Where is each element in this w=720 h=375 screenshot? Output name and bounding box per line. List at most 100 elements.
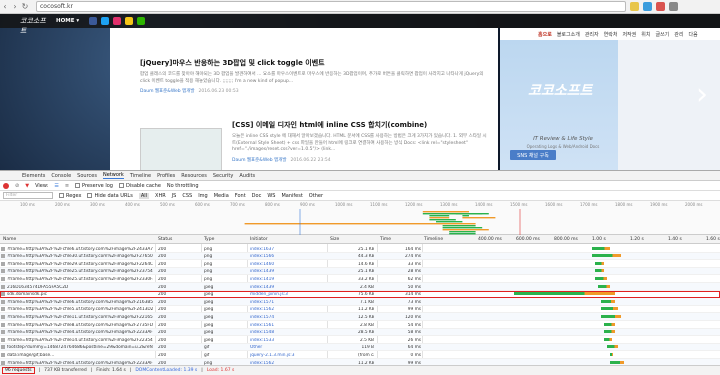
table-row[interactable]: footstep?dummy=1468724764686&postline=29… — [0, 343, 720, 352]
table-row[interactable]: ?frame=http%3A%2F%2Fcfile29.uf.tistory.c… — [0, 260, 720, 268]
extension-icon[interactable] — [643, 2, 652, 11]
sidebar-tab[interactable]: 홈으로 — [538, 31, 552, 38]
devtools-tab-profiles[interactable]: Profiles — [157, 173, 175, 179]
table-row[interactable]: ?frame=http%3A%2F%2Fcfile25.uf.tistory.c… — [0, 275, 720, 283]
filter-type-manifest[interactable]: Manifest — [281, 193, 302, 199]
sidebar-tab[interactable]: 블로그소개 — [557, 31, 580, 38]
cell-initiator[interactable]: index:1548 — [250, 330, 326, 335]
cell-initiator[interactable]: jquery-2.1.3.min.js:3 — [250, 353, 326, 358]
col-time[interactable]: Time — [380, 237, 391, 242]
filter-type-css[interactable]: CSS — [182, 193, 192, 199]
filter-type-doc[interactable]: Doc — [252, 193, 262, 199]
forward-icon[interactable]: › — [10, 2, 20, 12]
post-title[interactable]: [jQuery]마우스 반응하는 3D팝업 및 click toggle 이벤트 — [140, 58, 490, 68]
table-row[interactable]: ?frame=http%3A%2F%2Fcfile8.uf.tistory.co… — [0, 321, 720, 329]
table-row[interactable]: ?frame=http%3A%2F%2Fcfile11.uf.tistory.c… — [0, 313, 720, 321]
table-row[interactable]: ?frame=http%3A%2F%2Fcfile25.uf.tistory.c… — [0, 267, 720, 276]
filter-type-ws[interactable]: WS — [267, 193, 275, 199]
filter-type-img[interactable]: Img — [198, 193, 208, 199]
waterfall-view-icon[interactable]: ≡ — [65, 183, 69, 189]
cell-initiator[interactable]: index:1562 — [250, 307, 326, 312]
filter-type-all[interactable]: All — [138, 192, 150, 199]
col-timeline[interactable]: Timeline — [424, 237, 443, 242]
cell-initiator[interactable]: index:1561 — [250, 323, 326, 328]
next-arrow-icon[interactable]: › — [690, 74, 714, 114]
cell-initiator[interactable]: index:1460 — [250, 262, 326, 267]
devtools-tab-console[interactable]: Console — [51, 173, 71, 179]
devtools-tab-sources[interactable]: Sources — [77, 173, 97, 179]
table-row[interactable]: ?frame=http%3A%2F%2Fcfile4.uf.tistory.co… — [0, 328, 720, 337]
home-menu[interactable]: HOME ▾ — [56, 18, 79, 24]
filter-type-js[interactable]: JS — [172, 193, 177, 199]
cell-initiator[interactable]: Other — [250, 345, 326, 350]
col-name[interactable]: Name — [3, 237, 16, 242]
cell-initiator[interactable]: index:1566 — [250, 254, 326, 259]
table-row[interactable]: ?frame=http%3A%2F%2Fcfile5.uf.tistory.co… — [0, 306, 720, 314]
post-category[interactable]: Daum 웹표준&Web 앱개발 — [140, 89, 194, 94]
hide-data-urls-checkbox[interactable] — [87, 192, 93, 198]
menu-icon[interactable] — [669, 2, 678, 11]
cell-initiator[interactable]: index:1574 — [250, 315, 326, 320]
regex-checkbox[interactable] — [59, 192, 64, 198]
sidebar-tab[interactable]: 저작권 — [622, 31, 636, 38]
table-row[interactable]: ?frame=http%3A%2F%2Fcfile6.uf.tistory.co… — [0, 298, 720, 306]
post-thumbnail[interactable] — [140, 128, 222, 170]
back-icon[interactable]: ‹ — [0, 2, 10, 12]
table-row[interactable]: 216D1634574DFA55FA5C2D 200 jpeg index:1439 2… — [0, 283, 720, 291]
extension-icon[interactable] — [630, 2, 639, 11]
list-view-icon[interactable]: ☰ — [54, 183, 58, 189]
table-row[interactable]: ?frame=http%3A%2F%2Fcfile30.uf.tistory.c… — [0, 252, 720, 261]
cell-initiator[interactable]: midden_pinin.js:3 — [250, 292, 326, 297]
sidebar-tab[interactable]: 관리 — [674, 31, 683, 38]
filter-type-media[interactable]: Media — [214, 193, 229, 199]
devtools-tab-security[interactable]: Security — [213, 173, 234, 179]
post-title[interactable]: [CSS] 이메일 디자인 html에 inline CSS 합치기(combi… — [232, 120, 490, 130]
cell-initiator[interactable]: index:1637 — [250, 247, 326, 252]
naver-icon[interactable] — [137, 17, 146, 25]
kakaostory-icon[interactable] — [125, 17, 134, 25]
table-row[interactable]: ?frame=http%3A%2F%2Fcfile14.uf.tistory.c… — [0, 336, 720, 344]
devtools-tab-audits[interactable]: Audits — [239, 173, 255, 179]
filter-icon[interactable]: ▼ — [25, 183, 29, 189]
sidebar-tab[interactable]: 관리자 — [585, 31, 599, 38]
table-row[interactable]: ?frame=http%3A%2F%2Fcfile6.uf.tistory.co… — [0, 245, 720, 253]
cell-initiator[interactable]: index:1439 — [250, 285, 326, 290]
filter-type-other[interactable]: Other — [309, 193, 323, 199]
col-initiator[interactable]: Initiator — [250, 237, 268, 242]
table-row-highlighted[interactable]: sdk.domainsdk.pic 200 jpeg midden_pinin.js:… — [0, 290, 720, 299]
filter-type-xhr[interactable]: XHR — [155, 193, 166, 199]
sidebar-tab[interactable]: 글쓰기 — [655, 31, 669, 38]
reload-icon[interactable]: ↻ — [20, 2, 30, 12]
clear-icon[interactable]: ⊘ — [15, 183, 19, 189]
sns-subscribe-button[interactable]: SNS 채널 구독 — [510, 150, 556, 160]
cell-initiator[interactable]: index:1439 — [250, 269, 326, 274]
filter-type-font[interactable]: Font — [235, 193, 246, 199]
preserve-log-checkbox[interactable] — [75, 182, 81, 188]
address-bar[interactable]: cocosoft.kr — [36, 1, 626, 12]
col-status[interactable]: Status — [158, 237, 172, 242]
sidebar-tab[interactable]: 연락처 — [604, 31, 618, 38]
devtools-tab-resources[interactable]: Resources — [181, 173, 207, 179]
disable-cache-checkbox[interactable] — [118, 182, 124, 188]
facebook-icon[interactable] — [89, 17, 98, 25]
sidebar-tab[interactable]: 다음 — [688, 31, 697, 38]
table-row[interactable]: data:image/gif;base… 200 gif jquery-2.1.3.m… — [0, 351, 720, 359]
cell-initiator[interactable]: index:1533 — [250, 338, 326, 343]
network-overview[interactable]: 100 ms 200 ms 300 ms 400 ms 500 ms 600 ms 700 … — [0, 201, 720, 235]
devtools-tab-timeline[interactable]: Timeline — [130, 173, 151, 179]
devtools-tab-network[interactable]: Network — [102, 172, 124, 179]
instagram-icon[interactable] — [113, 17, 122, 25]
throttling-select[interactable]: No throttling — [167, 183, 199, 189]
post-category[interactable]: Daum 웹표준&Web 앱개발 — [232, 158, 286, 163]
sidebar-tab[interactable]: 위치 — [641, 31, 650, 38]
extension-icon[interactable] — [656, 2, 665, 11]
cell-initiator[interactable]: index:1419 — [250, 277, 326, 282]
site-logo[interactable]: 코코소프트 — [20, 16, 48, 35]
filter-input[interactable]: Filter — [3, 192, 53, 199]
col-type[interactable]: Type — [204, 237, 214, 242]
record-icon[interactable] — [3, 182, 9, 189]
cell-initiator[interactable]: index:1571 — [250, 300, 326, 305]
twitter-icon[interactable] — [101, 17, 110, 25]
devtools-tab-elements[interactable]: Elements — [22, 173, 45, 179]
col-size[interactable]: Size — [330, 237, 339, 242]
